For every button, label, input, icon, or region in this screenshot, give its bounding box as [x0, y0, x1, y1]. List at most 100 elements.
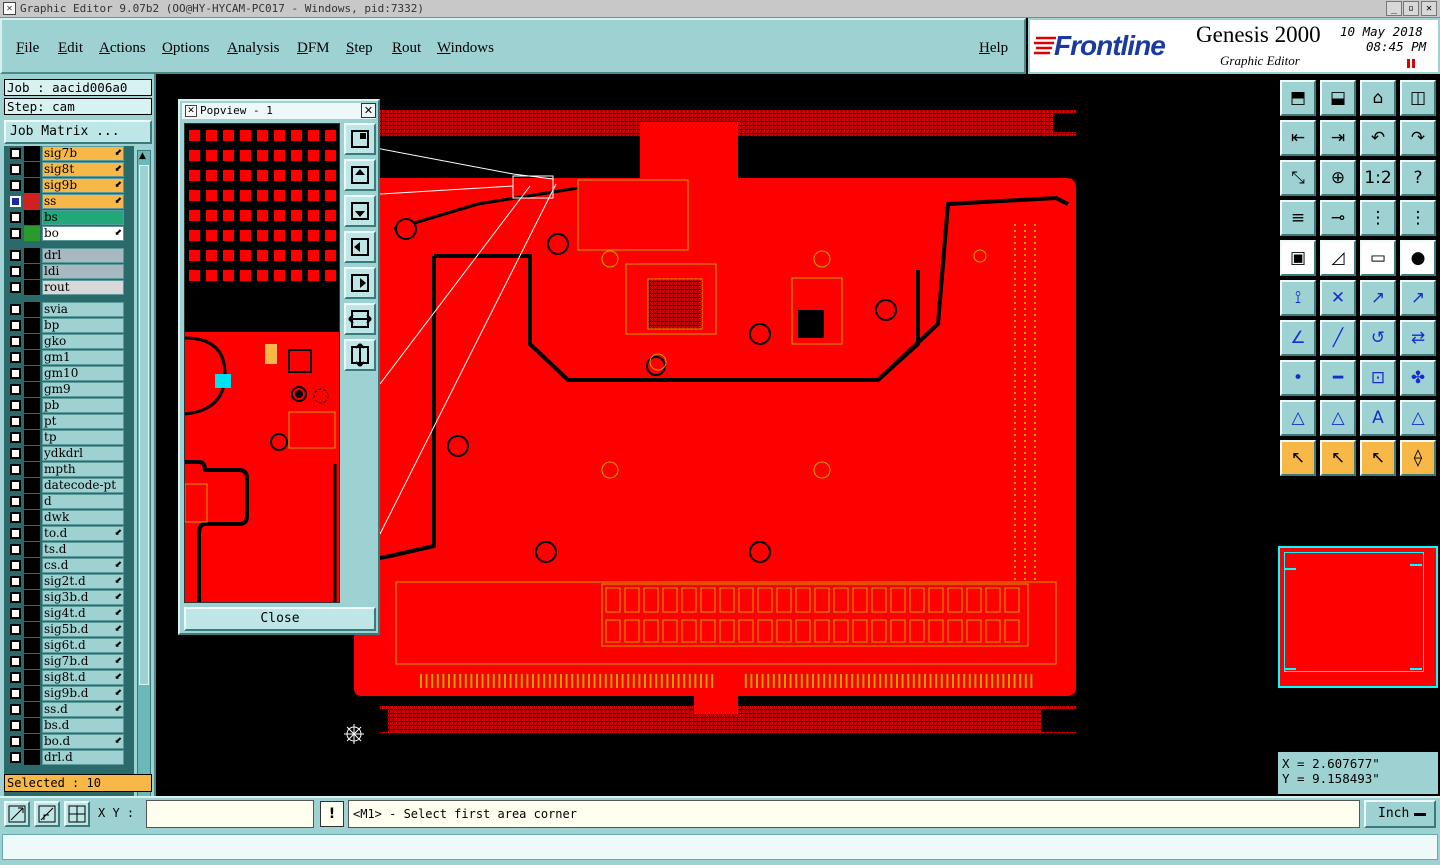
scale-1-2-button[interactable]: 1:2: [1360, 160, 1396, 196]
layer-row-bo-d[interactable]: bo.d ⬋: [4, 734, 134, 749]
scrollbar-thumb[interactable]: [139, 165, 149, 685]
layer-checkbox[interactable]: [10, 148, 21, 159]
layer-row-drl[interactable]: drl: [4, 248, 134, 263]
layer-checkbox[interactable]: [10, 432, 21, 443]
snap-grid-button[interactable]: [64, 801, 90, 827]
layer-color-swatch[interactable]: [24, 510, 40, 525]
layer-color-swatch[interactable]: [24, 526, 40, 541]
measure-box-button[interactable]: ⊡: [1360, 360, 1396, 396]
layer-color-swatch[interactable]: [24, 750, 40, 765]
unit-selector[interactable]: Inch: [1364, 800, 1436, 828]
layer-list-scrollbar[interactable]: ▲ ▼: [137, 150, 151, 844]
layer-checkbox[interactable]: [10, 480, 21, 491]
menu-windows[interactable]: Windows: [437, 40, 494, 57]
layer-row-ts-d[interactable]: ts.d: [4, 542, 134, 557]
zoom-fit-button[interactable]: ⤡: [1280, 160, 1316, 196]
layer-row-sig7b-d[interactable]: sig7b.d ⬋: [4, 654, 134, 669]
double-triangle-button[interactable]: △: [1320, 400, 1356, 436]
layer-color-swatch[interactable]: [24, 264, 40, 279]
layer-row-sig3b-d[interactable]: sig3b.d ⬋: [4, 590, 134, 605]
measure-button[interactable]: [34, 801, 60, 827]
layer-color-swatch[interactable]: [24, 210, 40, 225]
layer-checkbox[interactable]: [10, 528, 21, 539]
home-left-button[interactable]: ⇤: [1280, 120, 1316, 156]
layer-color-swatch[interactable]: [24, 622, 40, 637]
home-top-button[interactable]: ⬒: [1280, 80, 1316, 116]
layer-color-swatch[interactable]: [24, 366, 40, 381]
layer-row-bs[interactable]: bs: [4, 210, 134, 225]
layer-row-mpth[interactable]: mpth: [4, 462, 134, 477]
layer-row-dwk[interactable]: dwk: [4, 510, 134, 525]
angle-tool-button[interactable]: ∠: [1280, 320, 1316, 356]
layer-checkbox[interactable]: [10, 560, 21, 571]
menu-help[interactable]: Help: [979, 40, 1008, 57]
layer-row-cs-d[interactable]: cs.d ⬋: [4, 558, 134, 573]
layer-checkbox[interactable]: [10, 448, 21, 459]
line-tool-button[interactable]: ↗: [1360, 280, 1396, 316]
undo-zoom-button[interactable]: ↶: [1360, 120, 1396, 156]
layer-checkbox[interactable]: [10, 640, 21, 651]
layer-checkbox[interactable]: [10, 416, 21, 427]
layer-checkbox[interactable]: [10, 752, 21, 763]
layer-row-gm10[interactable]: gm10: [4, 366, 134, 381]
vertical-lights-button[interactable]: ⋮: [1400, 200, 1436, 236]
layer-color-swatch[interactable]: [24, 414, 40, 429]
layer-row-pb[interactable]: pb: [4, 398, 134, 413]
layer-color-swatch[interactable]: [24, 350, 40, 365]
layer-checkbox[interactable]: [10, 304, 21, 315]
close-window-button[interactable]: ✕: [1421, 1, 1437, 16]
layer-color-swatch[interactable]: [24, 574, 40, 589]
layer-checkbox[interactable]: [10, 164, 21, 175]
scroll-up-icon[interactable]: ▲: [139, 151, 146, 161]
layer-checkbox[interactable]: [10, 496, 21, 507]
layer-color-swatch[interactable]: [24, 478, 40, 493]
layer-row-ss[interactable]: ss ⬋: [4, 194, 134, 209]
layer-checkbox[interactable]: [10, 592, 21, 603]
layer-row-drl-d[interactable]: drl.d: [4, 750, 134, 765]
layer-color-swatch[interactable]: [24, 398, 40, 413]
layer-row-tp[interactable]: tp: [4, 430, 134, 445]
home-button[interactable]: ⌂: [1360, 80, 1396, 116]
layer-row-sig8t[interactable]: sig8t ⬋: [4, 162, 134, 177]
layer-color-swatch[interactable]: [24, 462, 40, 477]
popview-pan-down-button[interactable]: [344, 195, 376, 227]
layer-checkbox[interactable]: [10, 576, 21, 587]
home-bottom-button[interactable]: ⬓: [1320, 80, 1356, 116]
slash-tool-button[interactable]: ╱: [1320, 320, 1356, 356]
route-nodes-button[interactable]: ⟠: [1400, 440, 1436, 476]
arc-tool-button[interactable]: ↺: [1360, 320, 1396, 356]
layer-color-swatch[interactable]: [24, 654, 40, 669]
popview-pan-right-button[interactable]: [344, 267, 376, 299]
layer-checkbox[interactable]: [10, 180, 21, 191]
layer-color-swatch[interactable]: [24, 686, 40, 701]
layer-checkbox[interactable]: [10, 704, 21, 715]
layer-checkbox[interactable]: [10, 320, 21, 331]
popview-pan-left-button[interactable]: [344, 231, 376, 263]
zoom-area-button[interactable]: [4, 801, 30, 827]
help-query-button[interactable]: ?: [1400, 160, 1436, 196]
layer-row-gm9[interactable]: gm9: [4, 382, 134, 397]
circle-pad-button[interactable]: ●: [1400, 240, 1436, 276]
layer-checkbox[interactable]: [10, 512, 21, 523]
layer-row-datecode-pt[interactable]: datecode-pt: [4, 478, 134, 493]
layer-color-swatch[interactable]: [24, 248, 40, 263]
layer-color-swatch[interactable]: [24, 334, 40, 349]
layer-checkbox[interactable]: [10, 736, 21, 747]
layer-color-swatch[interactable]: [24, 318, 40, 333]
layer-checkbox[interactable]: [10, 352, 21, 363]
popview-fit-vertical-button[interactable]: [344, 339, 376, 371]
pointer-select-button[interactable]: ↖: [1280, 440, 1316, 476]
menu-options[interactable]: Options: [162, 40, 210, 57]
popview-canvas[interactable]: [184, 123, 340, 603]
layer-checkbox[interactable]: [10, 672, 21, 683]
layer-checkbox[interactable]: [10, 336, 21, 347]
layer-row-sig7b[interactable]: sig7b ⬋: [4, 146, 134, 161]
layer-checkbox[interactable]: [10, 282, 21, 293]
layer-row-ldi[interactable]: ldi: [4, 264, 134, 279]
menu-edit[interactable]: Edit: [58, 40, 83, 57]
popview-zoom-in-button[interactable]: [344, 123, 376, 155]
mirror-tool-button[interactable]: ⇄: [1400, 320, 1436, 356]
layer-color-swatch[interactable]: [24, 718, 40, 733]
triangle-tool-button[interactable]: △: [1280, 400, 1316, 436]
layer-color-swatch[interactable]: [24, 638, 40, 653]
